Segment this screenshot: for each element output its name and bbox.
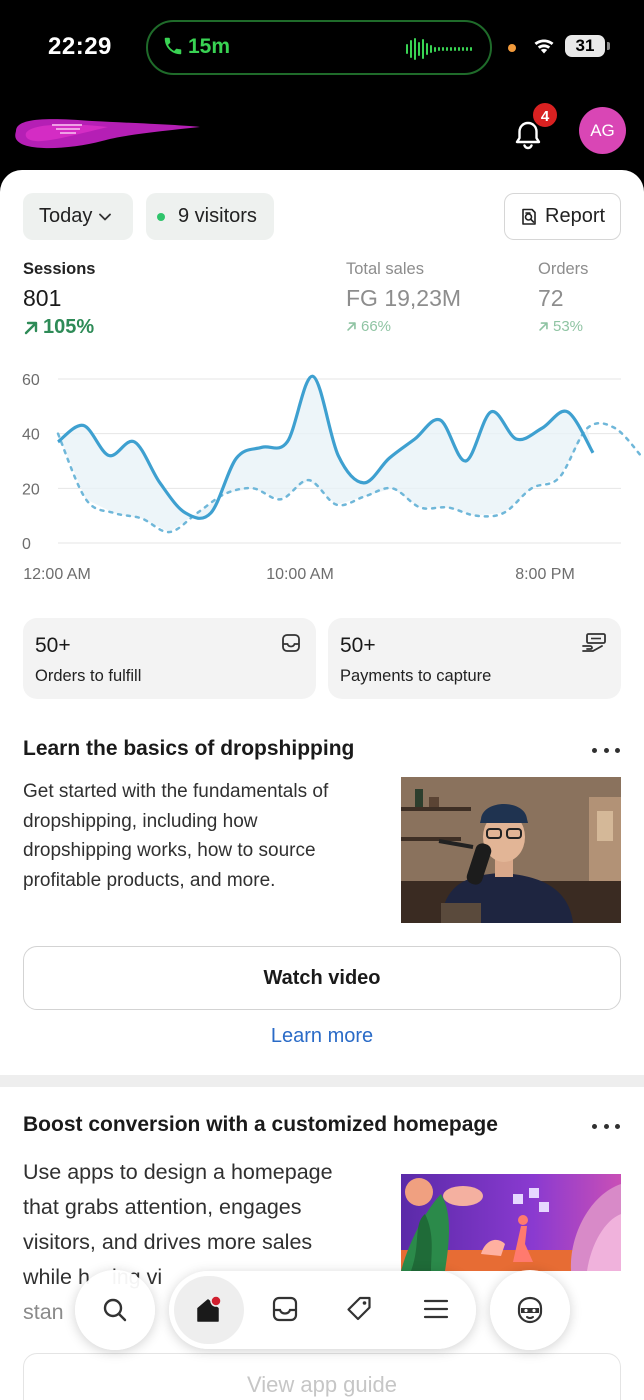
more-options-icon[interactable]: [592, 745, 620, 755]
assistant-icon: [517, 1296, 543, 1324]
metric-orders[interactable]: Orders 72 53%: [538, 260, 588, 335]
metric-value: 801: [23, 285, 62, 311]
bottom-nav-bar: [169, 1271, 476, 1349]
report-button[interactable]: Report: [504, 193, 621, 240]
learn-section-body: Get started with the fundamentals of dro…: [23, 781, 329, 891]
cash-hand-icon: [582, 633, 606, 652]
payments-to-capture-card[interactable]: 50+ Payments to capture: [328, 618, 621, 699]
metric-total-sales[interactable]: Total sales FG 19,23M 66%: [346, 260, 461, 335]
x-tick-label: 12:00 AM: [23, 566, 91, 583]
inbox-icon: [282, 634, 300, 652]
metric-label: Sessions: [23, 260, 96, 278]
date-range-selector[interactable]: Today: [23, 193, 133, 240]
homepage-illustration: [401, 1174, 621, 1271]
card-count: 50+: [340, 634, 376, 657]
y-tick-label: 60: [22, 372, 40, 389]
nav-search-button[interactable]: [75, 1270, 155, 1350]
nav-home-tab[interactable]: [174, 1276, 244, 1344]
avatar[interactable]: AG: [579, 107, 626, 154]
boost-section-title: Boost conversion with a customized homep…: [23, 1113, 498, 1136]
video-thumbnail[interactable]: [401, 777, 621, 923]
tag-icon[interactable]: [344, 1294, 374, 1324]
card-count: 50+: [35, 634, 71, 657]
inbox-icon[interactable]: [270, 1294, 300, 1324]
wifi-icon: [534, 39, 554, 54]
nav-assistant-button[interactable]: [490, 1270, 570, 1350]
metric-value: 72: [538, 285, 564, 311]
chart-area: [58, 376, 593, 533]
live-dot-icon: [157, 212, 165, 221]
y-tick-label: 0: [22, 536, 31, 553]
metric-label: Orders: [538, 260, 589, 278]
visitors-label: 9 visitors: [178, 205, 257, 227]
report-label: Report: [545, 205, 606, 227]
battery-indicator: 31: [565, 35, 610, 57]
more-options-icon[interactable]: [592, 1121, 620, 1131]
metric-change: 66%: [346, 318, 461, 335]
metric-change: 105%: [23, 316, 95, 339]
orders-to-fulfill-card[interactable]: 50+ Orders to fulfill: [23, 618, 316, 699]
section-divider: [0, 1075, 644, 1087]
metric-sessions[interactable]: Sessions 801 105%: [23, 260, 95, 339]
watch-video-button[interactable]: Watch video: [23, 946, 621, 1010]
learn-more-link[interactable]: Learn more: [0, 1025, 644, 1048]
dashboard-sheet: Today 9 visitors Report Sessions 801 105…: [0, 170, 644, 1400]
privacy-dot: [508, 44, 516, 52]
status-time: 22:29: [48, 33, 112, 60]
card-label: Payments to capture: [340, 667, 492, 685]
menu-icon[interactable]: [421, 1294, 451, 1324]
x-tick-label: 8:00 PM: [515, 566, 575, 583]
notification-badge: 4: [531, 101, 559, 129]
live-visitors-chip[interactable]: 9 visitors: [146, 193, 274, 240]
store-logo[interactable]: [12, 111, 202, 151]
x-tick-label: 10:00 AM: [266, 566, 334, 583]
call-indicator[interactable]: 15m: [146, 20, 492, 75]
chevron-down-icon: [99, 213, 112, 220]
arrow-up-right-icon: [24, 321, 38, 334]
home-icon: [197, 1295, 222, 1322]
call-duration: 15m: [188, 35, 231, 58]
status-bar: 22:29 15m 31: [0, 0, 644, 95]
audio-wave-icon: [406, 38, 472, 60]
search-icon: [103, 1298, 127, 1322]
sessions-chart[interactable]: 60 40 20 0 12:00 AM 10:00 AM 8:00 PM: [0, 365, 644, 585]
y-tick-label: 40: [22, 427, 40, 444]
arrow-up-right-icon: [347, 322, 356, 331]
arrow-up-right-icon: [539, 322, 548, 331]
learn-section-title: Learn the basics of dropshipping: [23, 737, 355, 760]
report-icon: [522, 208, 536, 225]
metric-value: FG 19,23M: [346, 285, 462, 311]
view-app-guide-button[interactable]: View app guide: [23, 1353, 621, 1400]
card-label: Orders to fulfill: [35, 667, 142, 685]
date-range-label: Today: [39, 205, 93, 227]
phone-icon: [164, 37, 182, 55]
metric-change: 53%: [538, 318, 588, 335]
metric-label: Total sales: [346, 260, 424, 278]
y-tick-label: 20: [22, 481, 40, 498]
